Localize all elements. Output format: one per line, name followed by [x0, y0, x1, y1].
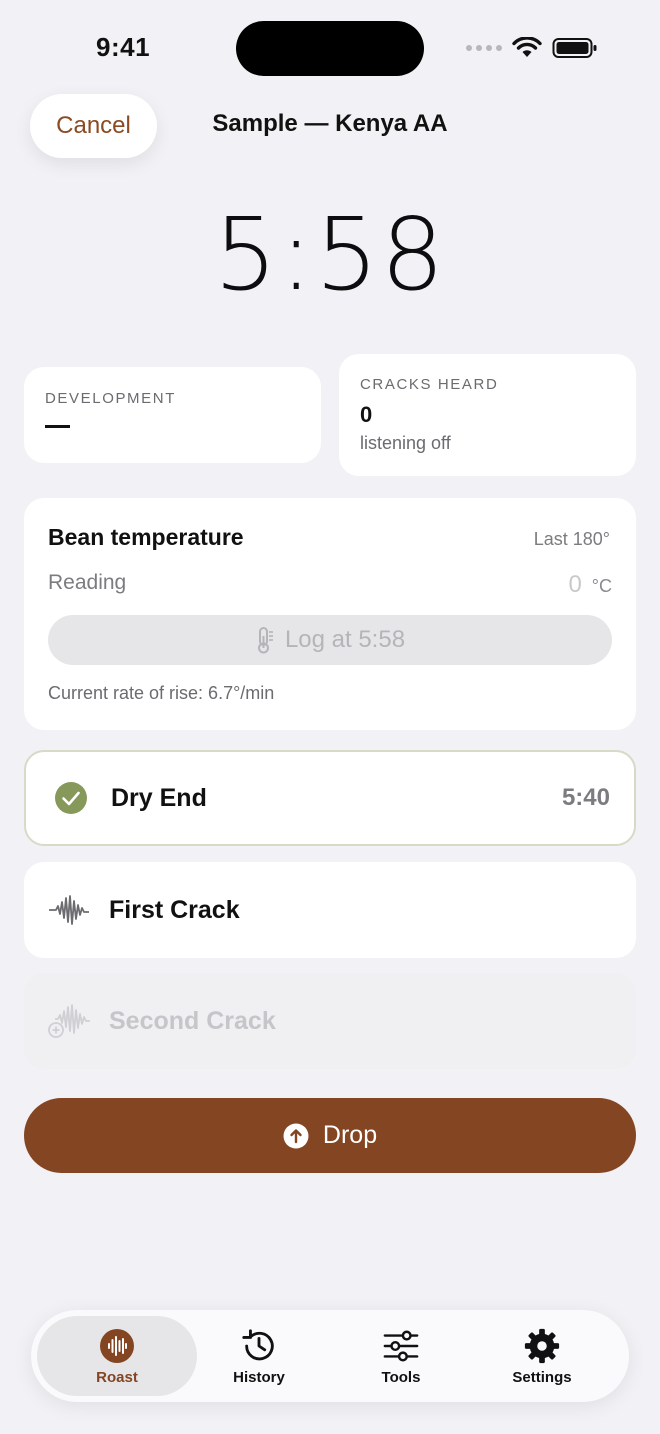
dry-end-time: 5:40: [561, 784, 610, 811]
history-clock-icon: [240, 1327, 278, 1365]
tab-tools-label: Tools: [381, 1368, 421, 1386]
dry-end-row[interactable]: Dry End 5:40: [24, 750, 636, 846]
battery-icon: [552, 38, 597, 58]
log-temperature-button[interactable]: Log at 5:58: [48, 615, 612, 665]
arrow-up-circle-icon: [283, 1123, 309, 1148]
roast-timer: 5:58: [213, 196, 447, 313]
drop-button[interactable]: Drop: [24, 1098, 636, 1173]
cracks-count: 0: [360, 402, 373, 427]
reading-value[interactable]: 0: [568, 571, 581, 599]
waveform-plus-icon: [46, 998, 92, 1044]
tab-history-label: History: [233, 1368, 285, 1386]
second-crack-row[interactable]: Second Crack: [24, 973, 636, 1069]
gear-icon: [523, 1327, 561, 1365]
last-temperature: Last 180°: [533, 529, 610, 549]
development-card: DEVELOPMENT: [24, 367, 321, 463]
reading-label: Reading: [48, 571, 127, 594]
log-label: Log at 5:58: [284, 626, 406, 653]
first-crack-row[interactable]: First Crack: [24, 862, 636, 958]
dry-end-label: Dry End: [111, 783, 207, 812]
tab-roast-label: Roast: [96, 1368, 138, 1386]
development-label: DEVELOPMENT: [45, 390, 176, 407]
tab-settings[interactable]: Settings: [467, 1316, 617, 1396]
dynamic-island: [236, 21, 424, 76]
drop-label: Drop: [322, 1121, 378, 1149]
tab-settings-label: Settings: [512, 1368, 572, 1386]
tab-history[interactable]: History: [184, 1316, 334, 1396]
waveform-icon: [98, 1327, 136, 1365]
sliders-icon: [382, 1327, 420, 1365]
tab-roast[interactable]: Roast: [37, 1316, 197, 1396]
wifi-icon: [512, 37, 542, 57]
tab-bar: Roast History Tools Settings: [31, 1310, 629, 1402]
tab-tools[interactable]: Tools: [326, 1316, 476, 1396]
cracks-card: CRACKS HEARD 0 listening off: [339, 354, 636, 476]
second-crack-label: Second Crack: [109, 1006, 276, 1035]
status-icons: [466, 36, 598, 60]
cancel-button[interactable]: Cancel: [30, 94, 157, 158]
waveform-icon: [46, 887, 92, 933]
cracks-label: CRACKS HEARD: [360, 376, 499, 393]
status-time: 9:41: [96, 32, 151, 62]
cracks-status: listening off: [360, 433, 451, 453]
cellular-signal-icon: [466, 45, 502, 51]
first-crack-label: First Crack: [109, 895, 240, 924]
rate-of-rise: Current rate of rise: 6.7°/min: [48, 683, 275, 703]
thermometer-icon: [257, 627, 273, 654]
development-value-dash: [45, 425, 70, 428]
reading-field[interactable]: 0 °C: [568, 571, 612, 599]
bean-temperature-card: Bean temperature Last 180° Reading 0 °C …: [24, 498, 636, 730]
reading-unit: °C: [591, 576, 612, 596]
bean-temperature-title: Bean temperature: [48, 524, 244, 550]
page-title: Sample — Kenya AA: [212, 110, 448, 137]
checkmark-circle-icon: [48, 775, 94, 821]
